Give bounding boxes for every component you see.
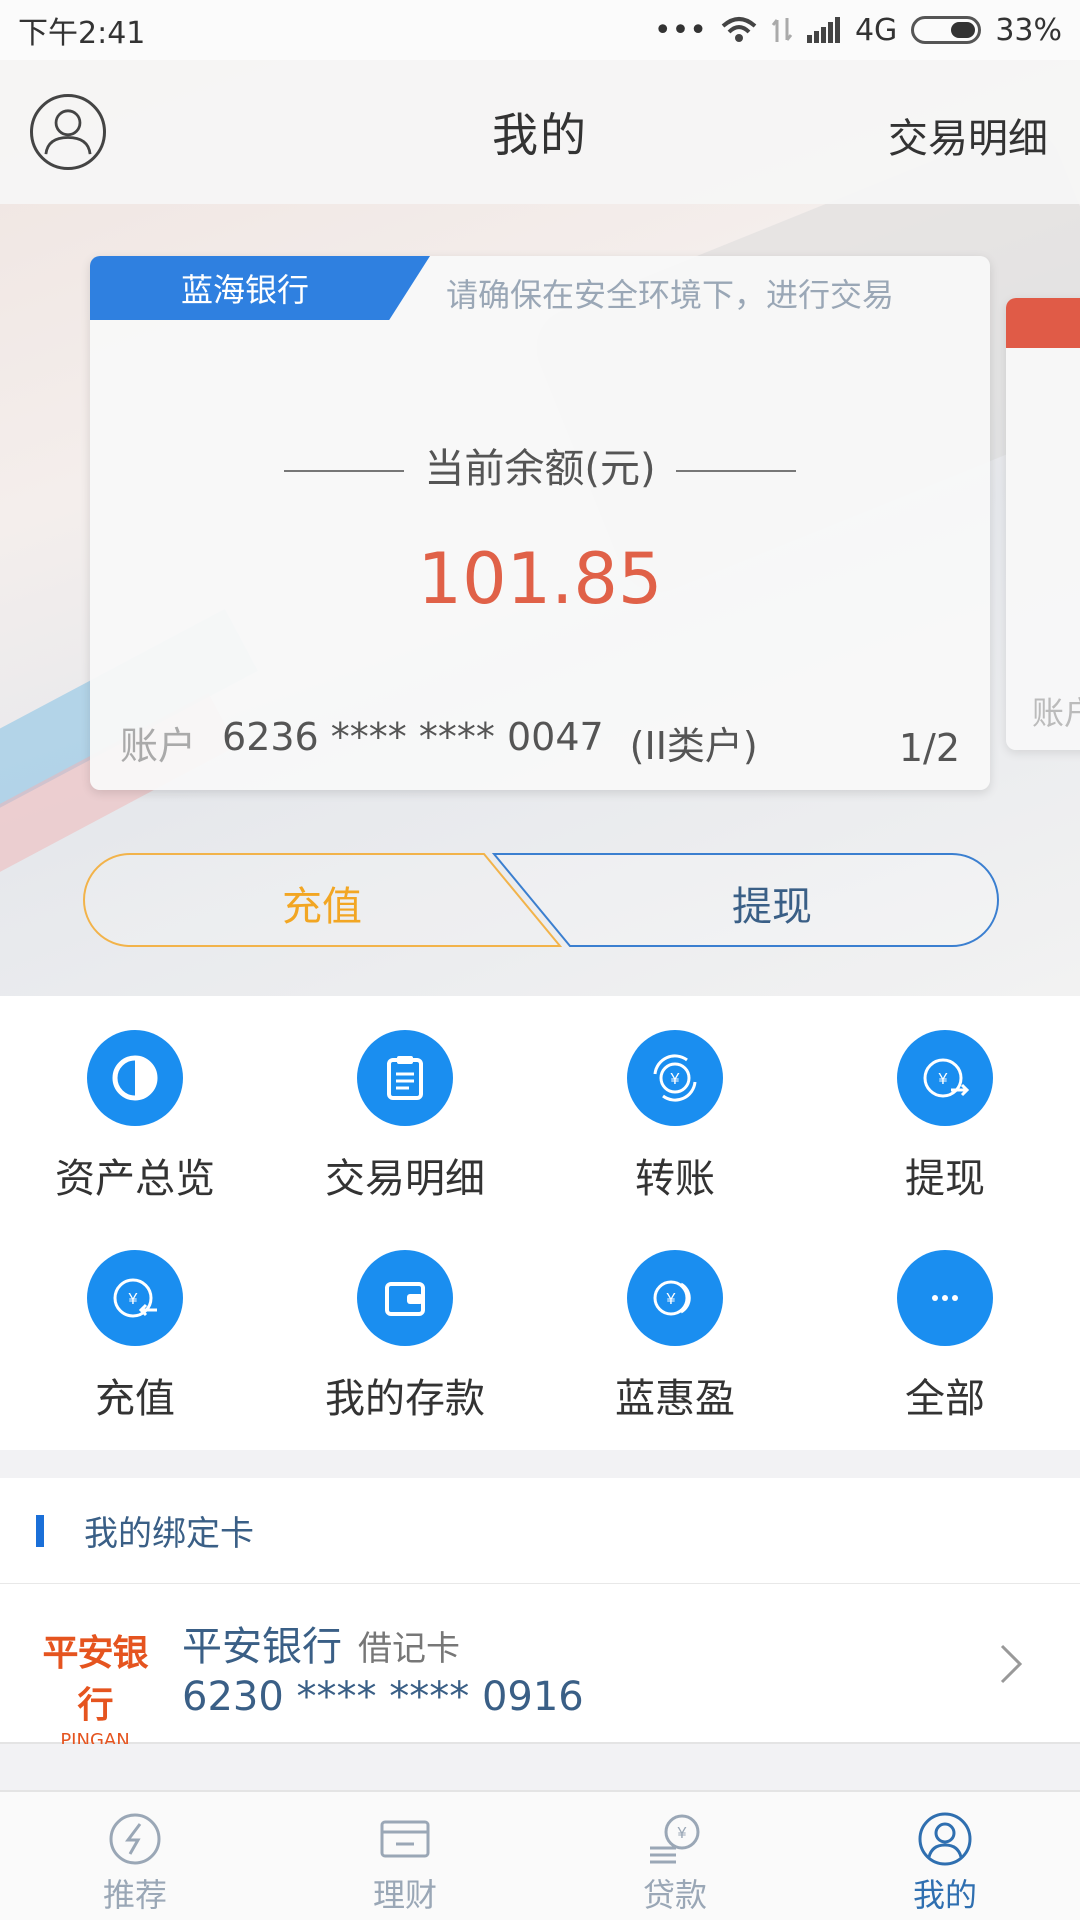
- avatar-button[interactable]: [30, 94, 106, 170]
- balance-label: 当前余额(元): [424, 446, 656, 492]
- profile-icon: [918, 1812, 972, 1866]
- signal-icon: [806, 17, 840, 43]
- top-bar: 我的 交易明细: [0, 60, 1080, 204]
- grid-label: 交易明细: [325, 1156, 485, 1202]
- account-number: 6236 **** **** 0047: [222, 715, 604, 759]
- recharge-button[interactable]: 充值: [82, 874, 562, 932]
- grid-label: 资产总览: [55, 1156, 215, 1202]
- account-type: (II类户): [629, 724, 758, 768]
- security-tip: 请确保在安全环境下，进行交易: [446, 276, 895, 314]
- balance-amount: 101.85: [417, 538, 663, 620]
- status-indicators: ••• 4G 33%: [654, 13, 1062, 48]
- pie-chart-icon: [112, 1055, 158, 1101]
- recommend-icon: [109, 1813, 161, 1865]
- account-card[interactable]: 蓝海银行 请确保在安全环境下，进行交易 当前余额(元) 101.85 账户 62…: [90, 256, 990, 790]
- svg-text:¥: ¥: [677, 1825, 687, 1842]
- loan-icon: ¥: [650, 1814, 700, 1864]
- next-account-card[interactable]: 账户: [1006, 298, 1080, 750]
- wifi-icon: [721, 17, 757, 42]
- tab-wealth[interactable]: 理财: [270, 1792, 540, 1920]
- bank-tag: 蓝海银行: [90, 256, 430, 320]
- svg-text:¥: ¥: [670, 1071, 680, 1088]
- yen-withdraw-icon: ¥: [923, 1058, 970, 1098]
- wealth-card-icon: [380, 1820, 430, 1858]
- yen-coins-icon: ¥: [653, 1280, 691, 1316]
- svg-text:¥: ¥: [128, 1291, 138, 1308]
- section-marker: [36, 1514, 44, 1547]
- grid-lanhuiying[interactable]: ¥ 蓝惠盈: [540, 1216, 810, 1436]
- function-grid: 资产总览 交易明细 ¥ 转账 ¥ 提现 ¥ 充值 我的存款 ¥ 蓝惠盈 全部: [0, 996, 1080, 1450]
- tab-recommend[interactable]: 推荐: [0, 1792, 270, 1920]
- grid-my-deposits[interactable]: 我的存款: [270, 1216, 540, 1436]
- data-arrows-icon: [771, 18, 793, 42]
- network-type: 4G: [854, 12, 898, 48]
- grid-label: 全部: [905, 1376, 985, 1422]
- account-info: 账户 6236 **** **** 0047 (II类户): [120, 715, 758, 770]
- grid-transfer[interactable]: ¥ 转账: [540, 996, 810, 1216]
- grid-recharge[interactable]: ¥ 充值: [0, 1216, 270, 1436]
- tab-mine[interactable]: 我的: [810, 1792, 1080, 1920]
- grid-label: 我的存款: [325, 1376, 485, 1422]
- content-gap: [0, 1744, 1080, 1790]
- status-time: 下午2:41: [18, 16, 146, 51]
- grid-transaction-details[interactable]: 交易明细: [270, 996, 540, 1216]
- withdraw-button[interactable]: 提现: [542, 874, 1002, 932]
- svg-text:¥: ¥: [666, 1291, 676, 1308]
- more-icon: [932, 1295, 958, 1301]
- tab-loan[interactable]: ¥ 贷款: [540, 1792, 810, 1920]
- yen-transfer-icon: ¥: [653, 1054, 697, 1102]
- wallet-icon: [385, 1282, 425, 1316]
- user-avatar-icon: [44, 109, 92, 155]
- transaction-details-link[interactable]: 交易明细: [888, 106, 1048, 164]
- balance-label-row: 当前余额(元): [90, 436, 990, 494]
- grid-all[interactable]: 全部: [810, 1216, 1080, 1436]
- bound-cards-title: 我的绑定卡: [84, 1514, 254, 1554]
- bound-card-bank: 平安银行 借记卡: [182, 1624, 460, 1670]
- svg-text:¥: ¥: [938, 1071, 948, 1088]
- bound-cards-header: 我的绑定卡: [0, 1478, 1080, 1584]
- grid-label: 充值: [95, 1376, 175, 1422]
- bottom-tab-bar: 推荐 理财 ¥ 贷款 我的: [0, 1790, 1080, 1920]
- grid-asset-overview[interactable]: 资产总览: [0, 996, 270, 1216]
- more-dots-icon: •••: [653, 12, 707, 48]
- battery-icon: [911, 16, 982, 44]
- grid-label: 提现: [905, 1156, 985, 1202]
- bound-card-number: 6230 **** **** 0916: [182, 1674, 584, 1720]
- bound-card-type: 借记卡: [358, 1629, 460, 1669]
- grid-label: 转账: [635, 1156, 715, 1202]
- account-label: 账户: [120, 724, 197, 768]
- clipboard-icon: [387, 1056, 423, 1100]
- balance-actions: 充值 提现: [82, 852, 1000, 948]
- status-bar: 下午2:41 ••• 4G 33%: [0, 0, 1080, 60]
- card-page-indicator: 1/2: [898, 726, 960, 770]
- grid-withdraw[interactable]: ¥ 提现: [810, 996, 1080, 1216]
- section-divider: [0, 1450, 1080, 1478]
- bound-card-item[interactable]: 平安银行 PINGAN BANK 平安银行借记卡 6230 **** **** …: [0, 1584, 1080, 1772]
- yen-recharge-icon: ¥: [113, 1278, 157, 1318]
- chevron-right-icon: [1000, 1644, 1023, 1684]
- battery-percent: 33%: [995, 12, 1062, 48]
- next-card-account-label: 账户: [1032, 694, 1080, 732]
- grid-label: 蓝惠盈: [615, 1376, 735, 1422]
- page-title: 我的: [492, 108, 588, 162]
